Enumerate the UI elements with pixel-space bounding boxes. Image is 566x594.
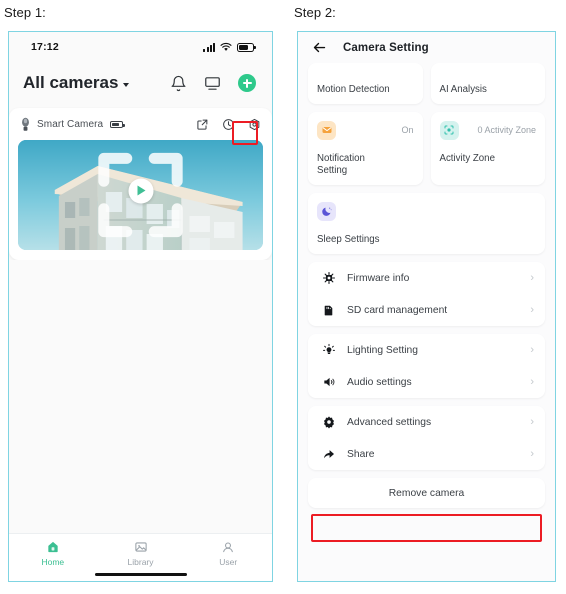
activity-zone-icon xyxy=(439,120,459,140)
tile-label: Motion Detection xyxy=(317,83,390,95)
add-device-icon[interactable] xyxy=(238,74,256,92)
screenshot-stage: Step 1: Step 2: 17:12 All cameras Smart … xyxy=(0,0,566,594)
tile-activity-zone[interactable]: 0 Activity Zone Activity Zone xyxy=(430,112,545,186)
page-title: All cameras xyxy=(23,73,130,93)
tile-sleep-settings[interactable]: Sleep Settings xyxy=(308,193,545,255)
library-image-icon xyxy=(134,542,147,552)
row-advanced-settings[interactable]: Advanced settings › xyxy=(308,406,545,438)
settings-group-3: Advanced settings › Share › xyxy=(308,406,545,471)
history-clock-icon[interactable] xyxy=(222,118,235,131)
settings-group-2: Lighting Setting › Audio settings › xyxy=(308,334,545,399)
chevron-down-icon[interactable] xyxy=(123,82,130,87)
status-time: 17:12 xyxy=(31,41,59,53)
page-title-text: All cameras xyxy=(23,73,119,92)
chevron-right-icon: › xyxy=(530,303,534,316)
envelope-icon xyxy=(317,120,336,140)
header-actions xyxy=(170,74,256,92)
battery-icon xyxy=(237,42,257,52)
settings-title: Camera Setting xyxy=(343,41,429,54)
tile-clip: AI Analysis xyxy=(440,70,537,96)
camera-identity: Smart Camera xyxy=(21,117,125,132)
settings-group-1: Firmware info › SD card management › xyxy=(308,262,545,327)
status-bar: 17:12 xyxy=(9,32,272,62)
camera-setting-screen: Camera Setting Motion Detection AI Analy… xyxy=(298,32,555,581)
home-header: All cameras xyxy=(9,62,272,104)
camera-name: Smart Camera xyxy=(37,119,104,130)
speaker-icon xyxy=(321,375,336,390)
tile-label: AI Analysis xyxy=(439,83,487,95)
step-1-caption: Step 1: xyxy=(4,5,46,20)
tab-user-label: User xyxy=(219,557,238,567)
user-icon xyxy=(223,542,234,553)
fullscreen-icon[interactable] xyxy=(18,140,263,250)
step-2-panel: Camera Setting Motion Detection AI Analy… xyxy=(297,31,556,582)
back-arrow-icon[interactable] xyxy=(312,40,327,55)
tile-status: 0 Activity Zone xyxy=(477,125,536,135)
bell-icon[interactable] xyxy=(170,75,187,92)
home-icon xyxy=(48,541,58,553)
camera-battery-icon xyxy=(110,121,125,128)
camera-bulb-icon xyxy=(22,117,29,131)
sd-card-icon xyxy=(321,303,336,318)
chevron-right-icon: › xyxy=(530,343,534,356)
tab-library[interactable]: Library xyxy=(97,540,185,567)
row-label: Advanced settings xyxy=(347,416,432,428)
chevron-right-icon: › xyxy=(530,415,534,428)
row-firmware-info[interactable]: Firmware info › xyxy=(308,262,545,294)
tile-motion-detection[interactable]: Motion Detection xyxy=(308,63,423,104)
share-external-icon[interactable] xyxy=(196,118,209,131)
row-label: Lighting Setting xyxy=(347,344,418,356)
row-label: Firmware info xyxy=(347,272,410,284)
row-label: SD card management xyxy=(347,304,448,316)
step-2-caption: Step 2: xyxy=(294,5,336,20)
tile-top: 0 Activity Zone xyxy=(439,119,536,141)
tile-label: Activity Zone xyxy=(439,153,495,164)
tile-label: Notification Setting xyxy=(317,153,365,177)
tiles-row-1: Motion Detection AI Analysis xyxy=(308,63,545,104)
home-empty-space xyxy=(9,260,272,533)
chevron-right-icon: › xyxy=(530,375,534,388)
row-label: Audio settings xyxy=(347,376,412,388)
row-lighting-setting[interactable]: Lighting Setting › xyxy=(308,334,545,366)
row-audio-settings[interactable]: Audio settings › xyxy=(308,366,545,398)
tiles-row-2: On Notification Setting 0 Activity Zone … xyxy=(308,112,545,186)
gear-icon xyxy=(321,415,336,430)
status-icons xyxy=(203,42,257,52)
home-indicator-bar xyxy=(94,572,187,576)
tab-home[interactable]: Home xyxy=(9,540,97,567)
row-share[interactable]: Share › xyxy=(308,438,545,470)
tile-label: Sleep Settings xyxy=(317,234,380,246)
chip-icon xyxy=(321,271,336,286)
tab-home-label: Home xyxy=(41,557,65,567)
remove-camera-button[interactable]: Remove camera xyxy=(308,478,545,509)
settings-body: Motion Detection AI Analysis On Notifica… xyxy=(298,63,555,581)
tile-top: On xyxy=(317,119,414,141)
tile-notification-setting[interactable]: On Notification Setting xyxy=(308,112,423,186)
phone-home-screen: 17:12 All cameras Smart Camera Home Libr… xyxy=(9,32,272,581)
tile-top xyxy=(317,200,536,222)
tile-status: On xyxy=(401,125,414,135)
camera-card: Smart Camera xyxy=(9,108,272,260)
settings-gear-icon[interactable] xyxy=(248,118,261,131)
share-arrow-icon xyxy=(321,447,336,462)
signal-bars-icon xyxy=(203,42,215,52)
lightbulb-icon xyxy=(321,343,336,358)
camera-video-thumbnail[interactable] xyxy=(18,140,263,250)
tab-user[interactable]: User xyxy=(184,540,272,567)
camera-card-actions xyxy=(196,118,261,131)
row-sd-card-management[interactable]: SD card management › xyxy=(308,294,545,326)
chevron-right-icon: › xyxy=(530,271,534,284)
row-label: Share xyxy=(347,448,375,460)
chevron-right-icon: › xyxy=(530,447,534,460)
step-1-panel: 17:12 All cameras Smart Camera Home Libr… xyxy=(8,31,273,582)
tiles-row-3: Sleep Settings xyxy=(308,193,545,255)
moon-icon xyxy=(317,201,336,221)
monitor-icon[interactable] xyxy=(204,75,221,92)
tile-ai-analysis[interactable]: AI Analysis xyxy=(430,63,545,104)
settings-header: Camera Setting xyxy=(298,32,555,63)
wifi-icon xyxy=(220,42,232,51)
camera-card-header: Smart Camera xyxy=(18,116,263,140)
tab-library-label: Library xyxy=(127,557,154,567)
tile-clip: Motion Detection xyxy=(317,70,414,96)
